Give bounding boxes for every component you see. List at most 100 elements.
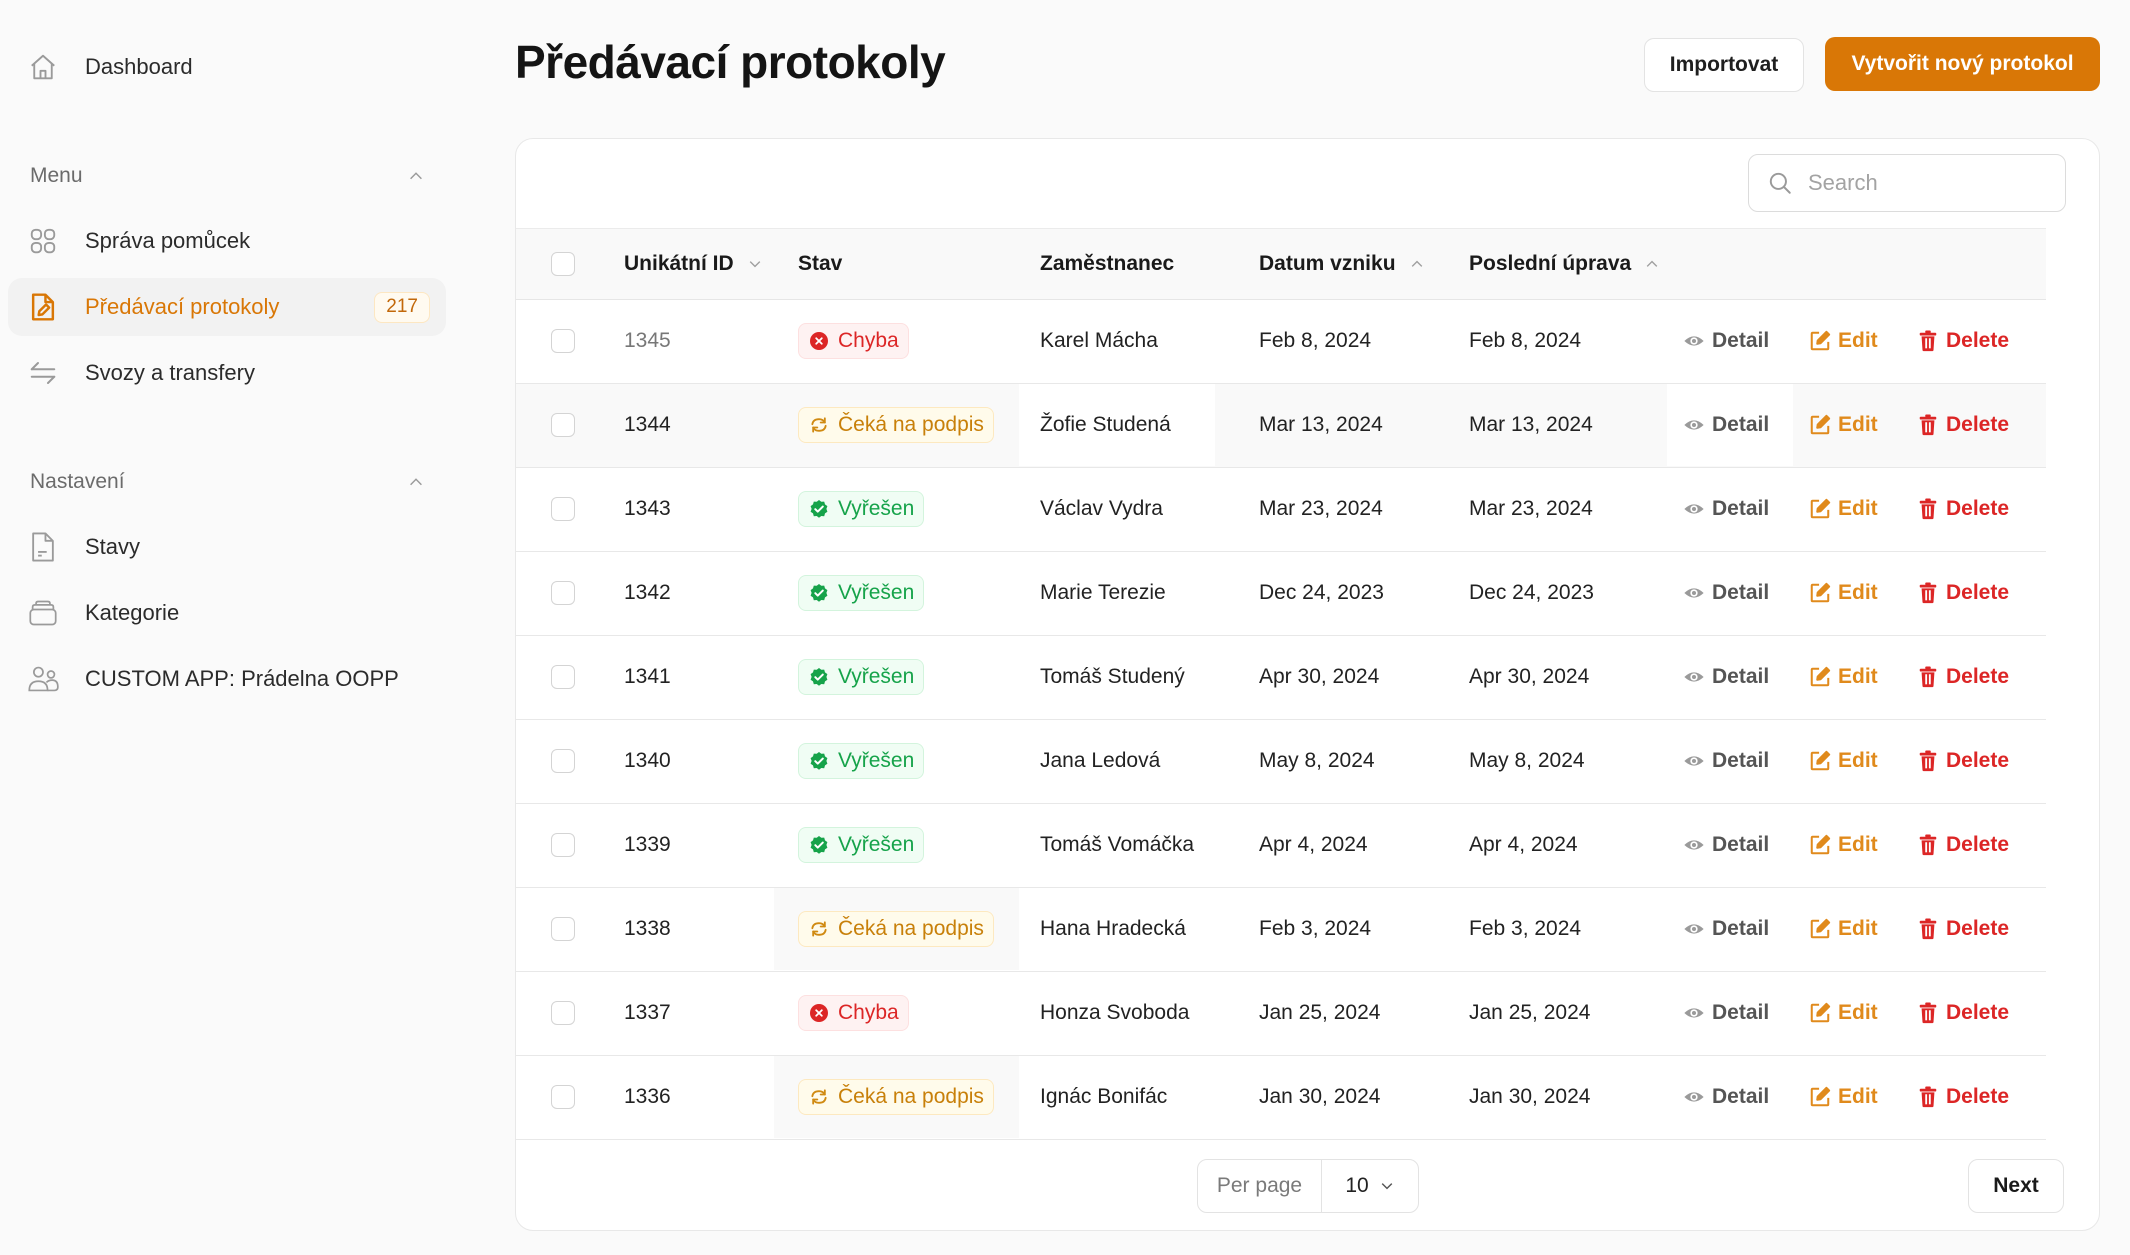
edit-icon <box>1809 750 1831 772</box>
employee-cell: Honza Svoboda <box>1040 972 1189 1054</box>
chevron-up-icon[interactable] <box>1643 255 1661 273</box>
detail-cell: Detail <box>1667 720 1793 802</box>
employee-name: Václav Vydra <box>1040 497 1163 520</box>
chevron-up-icon[interactable] <box>406 472 426 492</box>
detail-button[interactable]: Detail <box>1683 749 1769 773</box>
row-checkbox[interactable] <box>551 413 575 437</box>
modified-date: Mar 23, 2024 <box>1469 497 1593 520</box>
next-page-button[interactable]: Next <box>1968 1159 2064 1213</box>
column-header-status[interactable]: Stav <box>798 229 842 299</box>
eye-icon <box>1683 498 1705 520</box>
chevron-up-icon[interactable] <box>406 166 426 186</box>
row-checkbox[interactable] <box>551 749 575 773</box>
row-checkbox[interactable] <box>551 329 575 353</box>
employee-cell: Marie Terezie <box>1040 552 1166 634</box>
table-row: 1341 Vyřešen Tomáš Studený Apr 30, 2024 … <box>516 636 2046 720</box>
delete-button[interactable]: Delete <box>1917 581 2009 605</box>
delete-label: Delete <box>1946 749 2010 772</box>
column-header-id[interactable]: Unikátní ID <box>624 229 764 299</box>
detail-button[interactable]: Detail <box>1683 497 1769 521</box>
table-row: 1340 Vyřešen Jana Ledová May 8, 2024 May… <box>516 720 2046 804</box>
detail-button[interactable]: Detail <box>1683 833 1769 857</box>
create-protocol-button[interactable]: Vytvořit nový protokol <box>1825 37 2100 91</box>
created-cell: Feb 8, 2024 <box>1236 300 1667 382</box>
section-nastaveni-header[interactable]: Nastavení <box>30 467 426 497</box>
column-header-employee[interactable]: Zaměstnanec <box>1040 229 1174 299</box>
per-page-control: Per page 10 <box>1197 1159 1419 1213</box>
row-select-cell <box>551 720 575 802</box>
delete-button[interactable]: Delete <box>1917 917 2009 941</box>
row-checkbox[interactable] <box>551 665 575 689</box>
created-date: Jan 30, 2024 <box>1259 1085 1381 1108</box>
edit-button[interactable]: Edit <box>1809 1085 1878 1109</box>
sidebar-item-stavy[interactable]: Stavy <box>8 518 446 576</box>
delete-button[interactable]: Delete <box>1917 1085 2009 1109</box>
edit-button[interactable]: Edit <box>1809 917 1878 941</box>
delete-button[interactable]: Delete <box>1917 833 2009 857</box>
search-input[interactable] <box>1808 170 2048 196</box>
row-checkbox[interactable] <box>551 497 575 521</box>
detail-button[interactable]: Detail <box>1683 329 1769 353</box>
chevron-up-icon[interactable] <box>1408 255 1426 273</box>
detail-button[interactable]: Detail <box>1683 1001 1769 1025</box>
eye-icon <box>1683 918 1705 940</box>
search-field[interactable] <box>1748 154 2066 212</box>
row-checkbox[interactable] <box>551 1001 575 1025</box>
refresh-icon <box>809 1087 829 1107</box>
chevron-down-icon[interactable] <box>746 255 764 273</box>
per-page-select[interactable]: 10 <box>1322 1174 1418 1198</box>
edit-cell: Edit <box>1809 972 1878 1054</box>
delete-button[interactable]: Delete <box>1917 497 2009 521</box>
created-cell: Apr 30, 2024 <box>1236 636 1667 718</box>
sidebar-item-sprava-pomucek[interactable]: Správa pomůcek <box>8 212 446 270</box>
row-checkbox[interactable] <box>551 917 575 941</box>
delete-button[interactable]: Delete <box>1917 1001 2009 1025</box>
import-button[interactable]: Importovat <box>1644 38 1804 92</box>
created-date: Jan 25, 2024 <box>1259 1001 1381 1024</box>
column-label: Stav <box>798 252 843 275</box>
row-checkbox[interactable] <box>551 833 575 857</box>
row-checkbox[interactable] <box>551 581 575 605</box>
edit-cell: Edit <box>1809 552 1878 634</box>
detail-button[interactable]: Detail <box>1683 917 1769 941</box>
delete-button[interactable]: Delete <box>1917 665 2009 689</box>
delete-button[interactable]: Delete <box>1917 413 2009 437</box>
edit-button[interactable]: Edit <box>1809 329 1878 353</box>
detail-button[interactable]: Detail <box>1683 581 1769 605</box>
detail-button[interactable]: Detail <box>1683 413 1769 437</box>
edit-button[interactable]: Edit <box>1809 1001 1878 1025</box>
sidebar-item-predavaci-protokoly[interactable]: Předávací protokoly 217 <box>8 278 446 336</box>
column-header-modified[interactable]: Poslední úprava <box>1469 229 1661 299</box>
detail-button[interactable]: Detail <box>1683 665 1769 689</box>
sidebar-item-custom-app-pradelna[interactable]: CUSTOM APP: Prádelna OOPP <box>8 650 446 708</box>
sidebar-item-label: Dashboard <box>85 54 193 79</box>
edit-button[interactable]: Edit <box>1809 833 1878 857</box>
delete-button[interactable]: Delete <box>1917 329 2009 353</box>
per-page-value: 10 <box>1345 1174 1369 1197</box>
select-all-checkbox[interactable] <box>551 252 575 276</box>
status-label: Vyřešen <box>838 749 915 772</box>
edit-button[interactable]: Edit <box>1809 497 1878 521</box>
column-header-created[interactable]: Datum vzniku <box>1259 229 1426 299</box>
edit-button[interactable]: Edit <box>1809 749 1878 773</box>
section-menu-header[interactable]: Menu <box>30 161 426 191</box>
row-select-cell <box>551 804 575 886</box>
edit-button[interactable]: Edit <box>1809 665 1878 689</box>
edit-button[interactable]: Edit <box>1809 413 1878 437</box>
status-badge: Čeká na podpis <box>798 407 994 443</box>
delete-label: Delete <box>1946 581 2010 604</box>
detail-button[interactable]: Detail <box>1683 1085 1769 1109</box>
sidebar-item-kategorie[interactable]: Kategorie <box>8 584 446 642</box>
created-date: Apr 30, 2024 <box>1259 665 1380 688</box>
row-checkbox[interactable] <box>551 1085 575 1109</box>
sidebar-item-svozy-a-transfery[interactable]: Svozy a transfery <box>8 344 446 402</box>
delete-cell: Delete <box>1917 720 2009 802</box>
sidebar-item-dashboard[interactable]: Dashboard <box>8 38 446 96</box>
edit-button[interactable]: Edit <box>1809 581 1878 605</box>
row-id: 1340 <box>624 749 671 772</box>
delete-button[interactable]: Delete <box>1917 749 2009 773</box>
edit-label: Edit <box>1838 1001 1878 1024</box>
row-select-cell <box>551 468 575 550</box>
edit-label: Edit <box>1838 749 1878 772</box>
status-cell: Vyřešen <box>774 552 1019 634</box>
